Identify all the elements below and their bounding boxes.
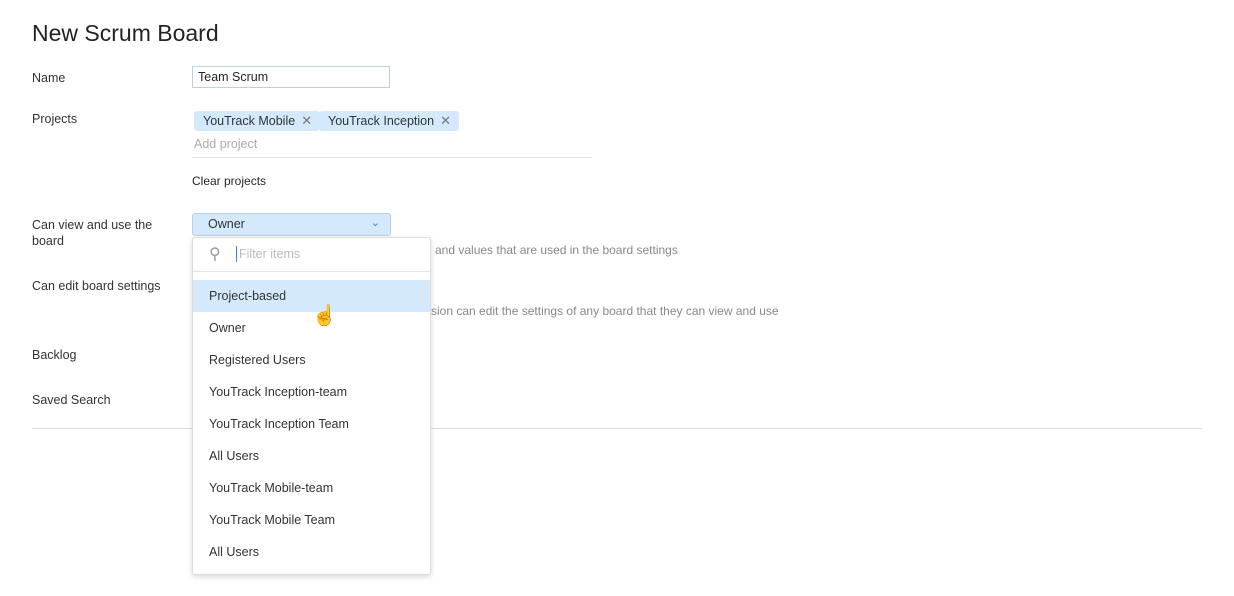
dropdown-item[interactable]: YouTrack Inception-team — [193, 376, 430, 408]
add-project-underline — [192, 157, 592, 158]
dropdown-item[interactable]: All Users — [193, 440, 430, 472]
filter-row: ⚲ — [193, 238, 430, 272]
clear-projects-link[interactable]: Clear projects — [192, 174, 266, 188]
project-tag-label: YouTrack Inception — [328, 114, 435, 128]
search-icon: ⚲ — [209, 246, 221, 263]
filter-input[interactable] — [236, 246, 411, 262]
hand-cursor-icon: ☝ — [312, 305, 337, 327]
project-tag-label: YouTrack Mobile — [203, 114, 296, 128]
view-label: Can view and use the board — [32, 218, 153, 248]
remove-tag-icon[interactable]: ✕ — [301, 111, 312, 131]
chevron-down-icon: ⌄ — [370, 217, 380, 229]
dropdown-item[interactable]: Registered Users — [193, 344, 430, 376]
dropdown-item[interactable]: YouTrack Mobile-team — [193, 472, 430, 504]
view-hint: and values that are used in the board se… — [435, 243, 678, 257]
add-project-input[interactable]: Add project — [194, 137, 257, 151]
view-permission-dropdown: ⚲ Project-basedOwnerRegistered UsersYouT… — [192, 237, 431, 575]
dropdown-item[interactable]: YouTrack Mobile Team — [193, 504, 430, 536]
view-select-value: Owner — [208, 217, 245, 231]
saved-search-label: Saved Search — [32, 393, 111, 407]
edit-hint: sion can edit the settings of any board … — [431, 304, 779, 318]
name-label: Name — [32, 71, 66, 85]
dropdown-item[interactable]: YouTrack Inception Team — [193, 408, 430, 440]
page-title: New Scrum Board — [32, 20, 219, 46]
projects-label: Projects — [32, 112, 78, 126]
view-permission-select[interactable]: Owner ⌄ — [192, 213, 391, 236]
dropdown-item[interactable]: All Users — [193, 536, 430, 568]
edit-label: Can edit board settings — [32, 279, 161, 293]
project-tag: YouTrack Inception ✕ — [319, 111, 459, 131]
name-input[interactable]: Team Scrum — [192, 66, 390, 88]
project-tag: YouTrack Mobile ✕ — [194, 111, 321, 131]
remove-tag-icon[interactable]: ✕ — [440, 111, 451, 131]
backlog-label: Backlog — [32, 348, 77, 362]
